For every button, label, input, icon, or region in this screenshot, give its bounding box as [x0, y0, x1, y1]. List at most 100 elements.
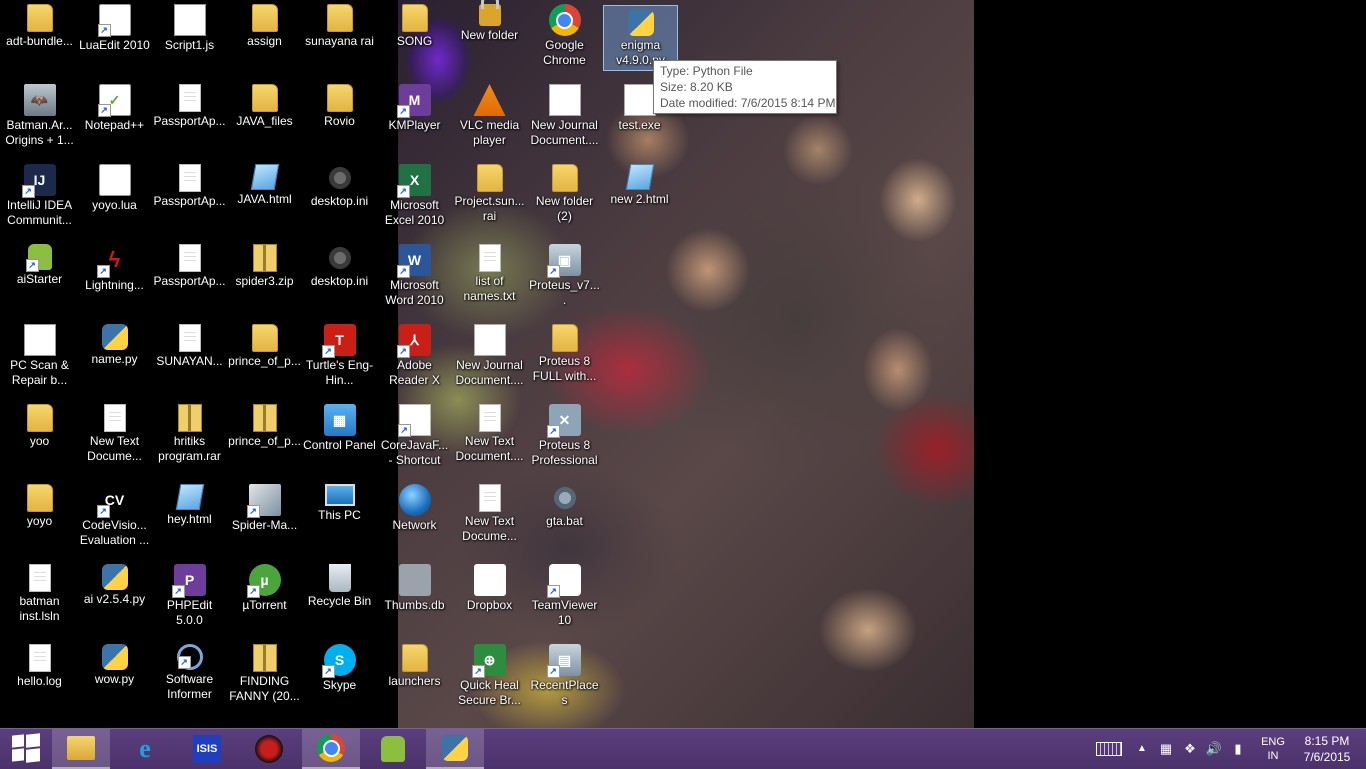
desktop-icon[interactable]: ⇆TeamViewer 10 — [527, 560, 602, 638]
desktop-icon[interactable]: list of names.txt — [452, 240, 527, 318]
desktop-icon[interactable]: ai v2.5.4.py — [77, 560, 152, 638]
desktop-icon[interactable]: assign — [227, 0, 302, 78]
desktop-icon[interactable]: WMicrosoft Word 2010 — [377, 240, 452, 318]
text-file-icon — [103, 404, 126, 432]
tray-clock[interactable]: 8:15 PM 7/6/2015 — [1292, 729, 1362, 769]
taskbar-isis[interactable]: ISIS — [178, 729, 236, 769]
desktop-icon[interactable]: name.py — [77, 320, 152, 398]
desktop-icon[interactable]: ʃ New Journal Document.... — [527, 80, 602, 158]
desktop-icon[interactable]: TTurtle's Eng-Hin... — [302, 320, 377, 398]
kmplayer-icon: M — [396, 84, 431, 118]
desktop-icon[interactable]: SSkype — [302, 640, 377, 718]
desktop-icon[interactable]: new 2.html — [602, 160, 677, 238]
desktop-icon[interactable]: ❖ Dropbox — [452, 560, 527, 638]
desktop-icon[interactable]: IJIntelliJ IDEA Communit... — [2, 160, 77, 238]
zip-file-icon — [252, 404, 277, 432]
icon-label: VLC media player — [459, 118, 520, 147]
desktop-icon[interactable]: ✓Notepad++ — [77, 80, 152, 158]
tray-overflow[interactable]: ▲ — [1134, 729, 1150, 769]
desktop-icon[interactable]: Project.sun... rai — [452, 160, 527, 238]
desktop-icon[interactable]: PassportAp... — [152, 240, 227, 318]
text-file-icon — [28, 644, 51, 672]
desktop-icon[interactable]: ✎LuaEdit 2010 — [77, 0, 152, 78]
desktop-icon[interactable]: batman inst.lsln — [2, 560, 77, 638]
desktop-icon[interactable]: PDFCoreJavaF... - Shortcut — [377, 400, 452, 478]
desktop-icon[interactable]: CVCodeVisio... Evaluation ... — [77, 480, 152, 558]
start-button[interactable] — [12, 733, 40, 763]
desktop-icon[interactable]: wow.py — [77, 640, 152, 718]
desktop-icon[interactable]: ▦ Control Panel — [302, 400, 377, 478]
desktop-icon[interactable]: New Text Docume... — [452, 480, 527, 558]
desktop-icon[interactable]: ϟLightning... — [77, 240, 152, 318]
desktop-icon[interactable]: yoyo — [2, 480, 77, 558]
desktop-icon[interactable]: MKMPlayer — [377, 80, 452, 158]
icon-label: IntelliJ IDEA Communit... — [6, 198, 73, 227]
desktop-icon[interactable]: New Text Docume... — [77, 400, 152, 478]
desktop-icon[interactable]: prince_of_p... — [227, 320, 302, 398]
desktop-icon[interactable]: S Script1.js — [152, 0, 227, 78]
journal-icon: ʃ — [548, 84, 581, 116]
desktop-icon[interactable]: Proteus 8 FULL with... — [527, 320, 602, 398]
tray-dropbox[interactable]: ❖ — [1180, 729, 1200, 769]
desktop-icon[interactable]: yoo — [2, 400, 77, 478]
desktop-icon[interactable]: re PC Scan & Repair b... — [2, 320, 77, 398]
desktop-icon[interactable]: spider3.zip — [227, 240, 302, 318]
desktop-icon[interactable]: New folder — [452, 0, 527, 78]
desktop-icon[interactable]: New folder (2) — [527, 160, 602, 238]
tray-language[interactable]: ENG IN — [1252, 729, 1294, 769]
desktop-icon[interactable]: JAVA_files — [227, 80, 302, 158]
icon-label: Rovio — [324, 114, 355, 128]
desktop-icon[interactable]: µµTorrent — [227, 560, 302, 638]
desktop-icon[interactable]: launchers — [377, 640, 452, 718]
desktop-icon[interactable]: New Text Document.... — [452, 400, 527, 478]
taskbar-spiderman[interactable] — [240, 729, 298, 769]
desktop-icon[interactable]: SONG — [377, 0, 452, 78]
desktop[interactable]: adt-bundle... ✎LuaEdit 2010 SScript1.js … — [0, 0, 1366, 728]
taskbar-android[interactable] — [364, 729, 422, 769]
taskbar-chrome[interactable] — [302, 729, 360, 769]
desktop-icon[interactable]: desktop.ini — [302, 160, 377, 238]
taskbar-file-explorer[interactable] — [52, 729, 110, 769]
desktop-icon[interactable]: Spider-Ma... — [227, 480, 302, 558]
desktop-icon[interactable]: 🦇 Batman.Ar... Origins + 1... — [2, 80, 77, 158]
desktop-icon[interactable]: desktop.ini — [302, 240, 377, 318]
tray-battery[interactable]: ▮ — [1228, 729, 1248, 769]
desktop-icon[interactable]: This PC — [302, 480, 377, 558]
desktop-icon[interactable]: JAVA.html — [227, 160, 302, 238]
desktop-icon[interactable]: ✕Proteus 8 Professional — [527, 400, 602, 478]
desktop-icon[interactable]: prince_of_p... — [227, 400, 302, 478]
desktop-icon[interactable]: adt-bundle... — [2, 0, 77, 78]
desktop-icon[interactable]: PassportAp... — [152, 80, 227, 158]
desktop-icon[interactable]: hello.log — [2, 640, 77, 718]
desktop-icon[interactable]: ʃ New Journal Document.... — [452, 320, 527, 398]
taskbar-internet-explorer[interactable]: e — [116, 729, 174, 769]
icon-label: desktop.ini — [310, 194, 369, 208]
taskbar-python[interactable] — [426, 729, 484, 769]
desktop-icon[interactable]: XMicrosoft Excel 2010 — [377, 160, 452, 238]
desktop-icon[interactable]: hey.html — [152, 480, 227, 558]
tray-volume[interactable]: 🔊 — [1204, 729, 1224, 769]
desktop-icon[interactable]: sunayana rai — [302, 0, 377, 78]
desktop-icon[interactable]: ▣Proteus_v7.... — [527, 240, 602, 318]
desktop-icon[interactable]: Recycle Bin — [302, 560, 377, 638]
desktop-icon[interactable]: ⊕Quick Heal Secure Br... — [452, 640, 527, 718]
desktop-icon[interactable]: FINDING FANNY (20... — [227, 640, 302, 718]
desktop-icon[interactable]: ● yoyo.lua — [77, 160, 152, 238]
desktop-icon[interactable]: Rovio — [302, 80, 377, 158]
desktop-icon[interactable]: hritiks program.rar — [152, 400, 227, 478]
tray-keyboard[interactable] — [1092, 729, 1126, 769]
desktop-icon[interactable]: gta.bat — [527, 480, 602, 558]
desktop-icon[interactable]: Network — [377, 480, 452, 558]
desktop-icon[interactable]: Google Chrome — [527, 0, 602, 78]
desktop-icon[interactable]: aiStarter — [2, 240, 77, 318]
desktop-icon[interactable]: Software Informer — [152, 640, 227, 718]
desktop-icon[interactable]: ▤RecentPlaces — [527, 640, 602, 718]
tray-windows[interactable]: ▦ — [1156, 729, 1176, 769]
desktop-icon[interactable]: VLC media player — [452, 80, 527, 158]
desktop-icon[interactable]: PassportAp... — [152, 160, 227, 238]
icon-label: wow.py — [94, 672, 135, 686]
desktop-icon[interactable]: PPHPEdit 5.0.0 — [152, 560, 227, 638]
desktop-icon[interactable]: Thumbs.db — [377, 560, 452, 638]
desktop-icon[interactable]: ⅄Adobe Reader X — [377, 320, 452, 398]
desktop-icon[interactable]: SUNAYAN... — [152, 320, 227, 398]
